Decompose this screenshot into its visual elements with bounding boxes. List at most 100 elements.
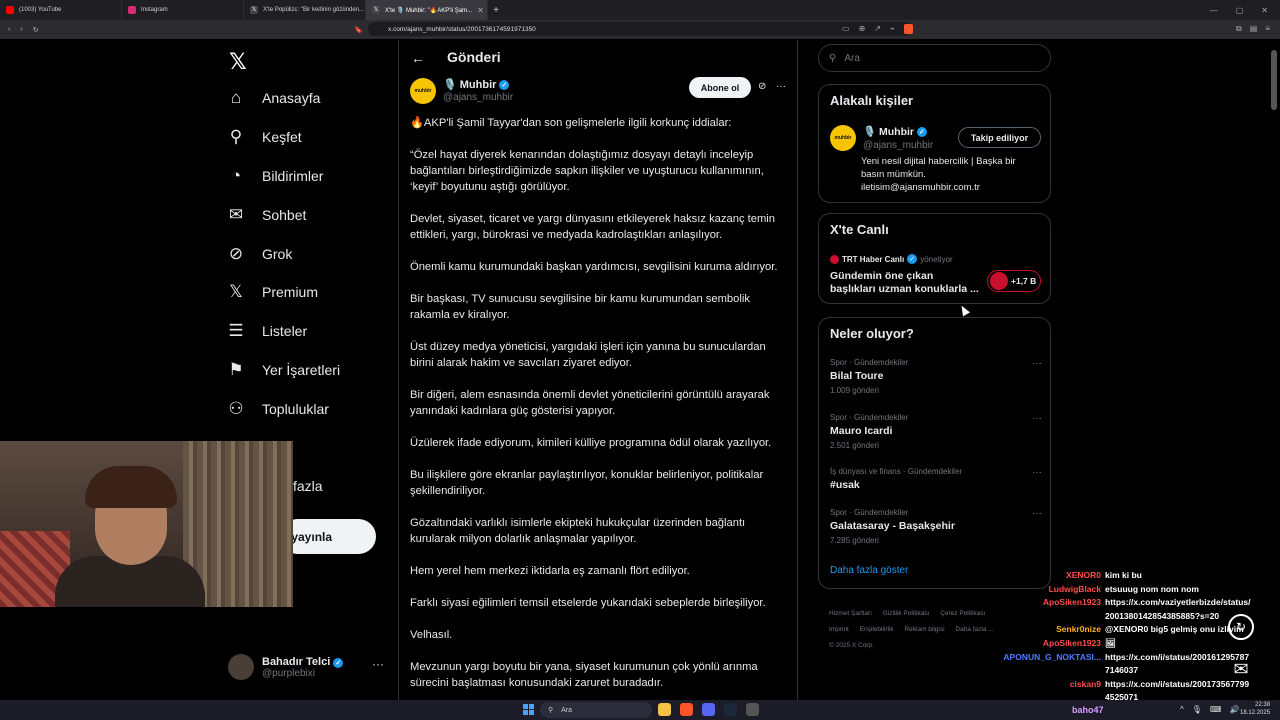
steam-icon[interactable]	[724, 703, 737, 716]
show-more-link[interactable]: Daha fazla göster	[830, 565, 908, 576]
more-options-icon[interactable]: ···	[1032, 467, 1042, 478]
nav-item-bookmarks[interactable]: ⚑ Yer İşaretleri	[224, 351, 340, 389]
footer-link[interactable]: Hizmet Şartları	[829, 610, 872, 617]
brave-shield-icon[interactable]	[903, 24, 913, 34]
footer-link[interactable]: Imprint	[829, 626, 849, 633]
brave-icon[interactable]	[680, 703, 693, 716]
card-title: Neler oluyor?	[830, 326, 914, 341]
x-icon: 𝕏	[229, 282, 243, 301]
screen-icon[interactable]: ▭	[842, 24, 850, 34]
profile-name: Bahadır Telci ✓	[262, 656, 344, 668]
more-options-icon[interactable]: ···	[776, 81, 786, 92]
volume-icon[interactable]: 🔊	[1229, 705, 1239, 714]
post-button[interactable]: ri yayınla	[280, 519, 376, 554]
footer-link[interactable]: Reklam bilgisi	[904, 626, 944, 633]
bookmark-icon: ⚑	[228, 360, 244, 379]
post-paragraph: Bir diğeri, alem esnasında önemli devlet…	[410, 389, 770, 417]
trend-item[interactable]: Spor · Gündemdekiler Mauro Icardi 2.501 …	[830, 413, 1042, 450]
nav-item-communities[interactable]: ⚇ Topluluklar	[224, 390, 329, 428]
chat-username: XENOR0	[1066, 570, 1101, 580]
extensions-icon[interactable]: ⧉	[1236, 24, 1242, 34]
network-icon[interactable]: ⌨	[1210, 705, 1222, 714]
nav-item-lists[interactable]: ☰ Listeler	[224, 312, 307, 350]
nav-item-notifications[interactable]: ◔ Bildirimler	[224, 157, 324, 195]
following-button[interactable]: Takip ediliyor	[958, 127, 1041, 148]
close-window-icon[interactable]: ✕	[1261, 6, 1268, 15]
browser-tab-active[interactable]: 𝕏 X'te 🎙️ Muhbir: "🔥AKP'li Şam... ✕	[366, 0, 488, 20]
share-icon[interactable]: ↗	[874, 24, 881, 34]
author-name[interactable]: 🎙️ Muhbir ✓	[443, 78, 510, 91]
search-icon: ⚲	[829, 52, 837, 64]
windows-start-icon[interactable]	[523, 704, 534, 715]
trend-item[interactable]: Spor · Gündemdekiler Galatasaray - Başak…	[830, 508, 1042, 545]
back-arrow-icon[interactable]: ←	[411, 50, 425, 66]
close-tab-icon[interactable]: ✕	[477, 6, 484, 15]
file-explorer-icon[interactable]	[658, 703, 671, 716]
more-options-icon[interactable]: ···	[372, 657, 384, 671]
forward-nav-icon[interactable]: ›	[20, 26, 22, 33]
zoom-icon[interactable]: ⊕	[859, 24, 866, 34]
footer-link[interactable]: Çerez Politikası	[940, 610, 985, 617]
chat-text: kim ki bu	[1105, 570, 1142, 580]
obs-icon[interactable]	[746, 703, 759, 716]
minimize-icon[interactable]: —	[1210, 6, 1218, 15]
grok-icon[interactable]: ⊘	[758, 81, 766, 92]
search-input[interactable]: ⚲ Ara	[818, 44, 1051, 72]
more-options-icon[interactable]: ···	[1032, 508, 1042, 519]
translate-icon[interactable]: ⌁	[890, 24, 895, 34]
clock[interactable]: 22:38 18.12.2025	[1240, 701, 1270, 717]
people-icon: ⚇	[228, 399, 244, 418]
footer-link[interactable]: Erişilebilirlik	[860, 626, 894, 633]
trend-item[interactable]: İş dünyası ve finans · Gündemdekiler #us…	[830, 467, 1042, 491]
nav-item-more[interactable]: fazla	[293, 478, 323, 494]
post-body: 🔥AKP'li Şamil Tayyar'dan son gelişmelerl…	[410, 115, 790, 707]
discord-icon[interactable]	[702, 703, 715, 716]
profile-handle: @purplebixi	[262, 667, 315, 679]
chevron-up-icon[interactable]: ^	[1180, 705, 1184, 714]
nav-item-home[interactable]: ⌂ Anasayfa	[224, 79, 321, 117]
chat-username	[990, 664, 1105, 678]
maximize-icon[interactable]: ▢	[1236, 6, 1244, 15]
scrollbar-thumb[interactable]	[1271, 50, 1277, 110]
back-nav-icon[interactable]: ‹	[8, 26, 10, 33]
live-card[interactable]: X'te Canlı TRT Haber Canlı ✓ yönetiyor Gün…	[818, 213, 1051, 304]
more-options-icon[interactable]: ···	[1032, 358, 1042, 369]
subscribe-button[interactable]: Abone ol	[689, 77, 751, 98]
browser-tab[interactable]: Instagram	[122, 0, 244, 20]
footer-link[interactable]: Daha fazla ...	[955, 626, 993, 633]
chat-message: XENOR0 kim ki bu	[990, 569, 1280, 583]
footer-link[interactable]: Gizlilik Politikası	[883, 610, 930, 617]
related-people-card: Alakalı kişiler muhbir 🎙️ Muhbir ✓ @ajans…	[818, 84, 1051, 203]
avatar[interactable]: muhbir	[830, 125, 856, 151]
x-icon: 𝕏	[372, 6, 380, 14]
address-bar[interactable]: x.com/ajans_muhbir/status/20017361745919…	[368, 22, 912, 36]
x-logo-icon[interactable]: 𝕏	[229, 50, 247, 75]
browser-tab[interactable]: 𝕏 X'te Popülizc: "Bir kedinin gözünden...	[244, 0, 366, 20]
post-paragraph: Hem yerel hem merkezi iktidarla eş zaman…	[410, 565, 690, 577]
bookmark-page-icon[interactable]: 🔖	[354, 26, 363, 34]
trend-item[interactable]: Spor · Gündemdekiler Bilal Toure 1.009 g…	[830, 358, 1042, 395]
system-tray: ^ 🎙 ⌨ 🔊	[1180, 705, 1239, 714]
chat-text: https://x.com/vaziyetlerbizde/status/	[1105, 597, 1251, 608]
mic-icon[interactable]: 🎙	[1192, 705, 1202, 714]
taskbar-search[interactable]: ⚲ Ara	[540, 702, 652, 718]
related-name[interactable]: 🎙️ Muhbir ✓	[863, 125, 927, 138]
account-switcher[interactable]: Bahadır Telci ✓ @purplebixi	[228, 652, 388, 682]
live-source: TRT Haber Canlı ✓ yönetiyor	[830, 254, 953, 264]
browser-tab[interactable]: (1003) YouTube	[0, 0, 122, 20]
live-listeners-badge[interactable]: +1,7 B	[987, 270, 1041, 292]
author-avatar[interactable]: muhbir	[410, 78, 436, 104]
nav-item-messages[interactable]: ✉ Sohbet	[224, 196, 307, 234]
chat-username: ciskan9	[1069, 678, 1101, 689]
author-handle[interactable]: @ajans_muhbir	[443, 92, 513, 103]
more-options-icon[interactable]: ···	[1032, 413, 1042, 424]
post-paragraph: Farklı siyasi eğilimleri temsil etselerd…	[410, 597, 766, 609]
new-tab-button[interactable]: +	[488, 5, 504, 16]
chat-text: @XENOR0 big5 gelmiş onu izliyim	[1105, 624, 1244, 635]
nav-item-explore[interactable]: ⚲ Keşfet	[224, 118, 302, 156]
sidebar-icon[interactable]: ▤	[1250, 24, 1258, 34]
menu-icon[interactable]: ≡	[1265, 24, 1270, 34]
nav-item-grok[interactable]: ⊘ Grok	[224, 235, 292, 273]
nav-item-premium[interactable]: 𝕏 Premium	[224, 273, 318, 311]
reload-icon[interactable]: ↻	[33, 26, 39, 34]
